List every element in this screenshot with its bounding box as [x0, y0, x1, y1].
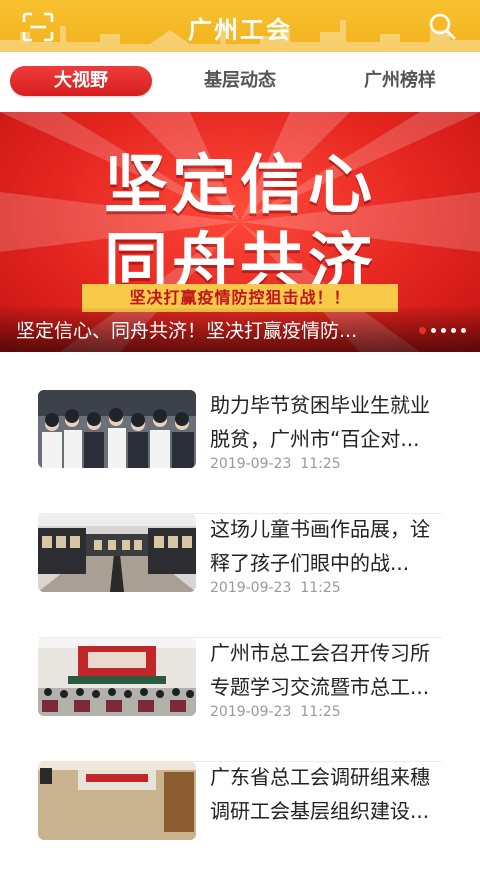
art-exhibition-hall-photo [38, 514, 196, 592]
carousel-dot[interactable] [461, 328, 466, 333]
tab-big-vision[interactable]: 大视野 [10, 66, 152, 96]
app-header: 广州工会 [0, 0, 480, 52]
news-timestamp: 2019-09-23 11:25 [210, 456, 341, 472]
page-title: 广州工会 [188, 16, 292, 44]
category-tabs: 大视野 基层动态 广州榜样 [0, 52, 480, 112]
carousel-dot[interactable] [431, 328, 436, 333]
list-item[interactable]: 这场儿童书画作品展，诠释了孩子们眼中的战... 2019-09-23 11:25 [38, 514, 442, 638]
search-icon[interactable] [428, 12, 456, 40]
tab-grassroots-news[interactable]: 基层动态 [170, 66, 310, 96]
conference-room-photo [38, 762, 196, 840]
news-title: 这场儿童书画作品展，诠释了孩子们眼中的战... [210, 517, 430, 575]
news-title: 广州市总工会召开传习所专题学习交流暨市总工... [210, 641, 430, 699]
news-timestamp: 2019-09-23 11:25 [210, 704, 341, 720]
news-title: 广东省总工会调研组来穗调研工会基层组织建设... [210, 765, 430, 823]
list-item[interactable]: 广东省总工会调研组来穗调研工会基层组织建设... [38, 762, 442, 886]
tab-guangzhou-models[interactable]: 广州榜样 [330, 66, 470, 96]
carousel-indicator [419, 327, 466, 334]
banner-carousel[interactable]: 坚定信心 同舟共济 坚决打赢疫情防控狙击战！！ 坚定信心、同舟共济！坚决打赢疫情… [0, 112, 480, 352]
news-list: 助力毕节贫困毕业生就业脱贫，广州市“百企对... 2019-09-23 11:2… [0, 352, 480, 840]
banner-caption[interactable]: 坚定信心、同舟共济！坚决打赢疫情防... [16, 316, 416, 343]
carousel-dot[interactable] [441, 328, 446, 333]
list-item[interactable]: 广州市总工会召开传习所专题学习交流暨市总工... 2019-09-23 11:2… [38, 638, 442, 762]
job-fair-crowd-photo [38, 390, 196, 468]
meeting-hall-photo [38, 638, 196, 716]
news-title: 助力毕节贫困毕业生就业脱贫，广州市“百企对... [210, 393, 430, 451]
carousel-dot-active[interactable] [419, 327, 426, 334]
news-timestamp: 2019-09-23 11:25 [210, 580, 341, 596]
list-item[interactable]: 助力毕节贫困毕业生就业脱贫，广州市“百企对... 2019-09-23 11:2… [38, 390, 442, 514]
carousel-dot[interactable] [451, 328, 456, 333]
